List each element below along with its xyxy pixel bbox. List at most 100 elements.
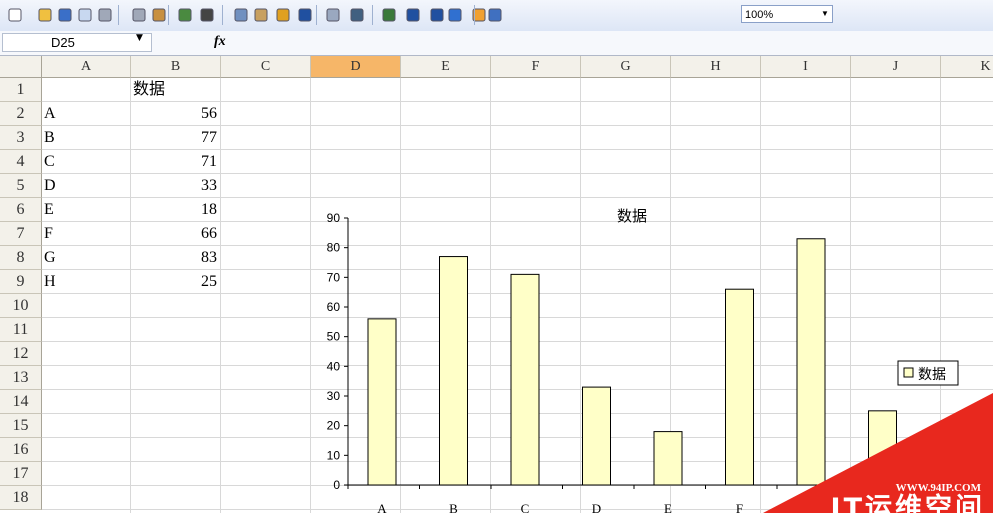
y-tick-label: 20 [327, 419, 341, 433]
undo-icon[interactable] [296, 6, 314, 24]
cut-icon[interactable] [198, 6, 216, 24]
cell-b7[interactable]: 66 [131, 222, 221, 246]
row-header-14[interactable]: 14 [0, 390, 42, 414]
toolbar-separator [474, 5, 475, 25]
toolbar-separator [118, 5, 119, 25]
spelling-icon[interactable] [176, 6, 194, 24]
insert-function-icon[interactable]: fx [214, 34, 226, 50]
watermark-text: IT运维空间 [831, 492, 985, 513]
row-header-8[interactable]: 8 [0, 246, 42, 270]
redo-icon[interactable] [324, 6, 342, 24]
cell-b4[interactable]: 71 [131, 150, 221, 174]
site-watermark: WWW.94IP.COM IT运维空间 [763, 393, 993, 513]
row-header-11[interactable]: 11 [0, 318, 42, 342]
y-tick-label: 10 [327, 448, 341, 462]
autosum-icon[interactable] [380, 6, 398, 24]
paste-icon[interactable] [252, 6, 270, 24]
cell-a3[interactable]: B [44, 126, 133, 150]
cell-b1[interactable]: 数据 [133, 78, 223, 102]
new-icon[interactable] [6, 6, 24, 24]
print-preview-icon[interactable] [130, 6, 148, 24]
y-tick-label: 60 [327, 300, 341, 314]
row-header-2[interactable]: 2 [0, 102, 42, 126]
chart-bar [367, 318, 397, 486]
row-header-5[interactable]: 5 [0, 174, 42, 198]
row-header-15[interactable]: 15 [0, 414, 42, 438]
chart-bar [653, 431, 683, 486]
row-header-16[interactable]: 16 [0, 438, 42, 462]
row-header-12[interactable]: 12 [0, 342, 42, 366]
legend-label: 数据 [918, 367, 946, 383]
hyperlink-icon[interactable] [348, 6, 366, 24]
cell-a7[interactable]: F [44, 222, 133, 246]
column-header-g[interactable]: G [581, 56, 671, 78]
column-header-c[interactable]: C [221, 56, 311, 78]
row-header-3[interactable]: 3 [0, 126, 42, 150]
formula-bar: D25 ▼ fx [0, 31, 993, 56]
x-tick-label: A [377, 501, 387, 513]
name-box[interactable]: D25 [2, 33, 152, 52]
cell-b8[interactable]: 83 [131, 246, 221, 270]
copy-icon[interactable] [232, 6, 250, 24]
row-header-6[interactable]: 6 [0, 198, 42, 222]
select-all-corner[interactable] [0, 56, 42, 78]
toolbar-separator [316, 5, 317, 25]
column-header-i[interactable]: I [761, 56, 851, 78]
standard-toolbar: 100% ▼ [0, 0, 993, 32]
open-icon[interactable] [36, 6, 54, 24]
chevron-down-icon[interactable]: ▼ [818, 6, 832, 22]
y-tick-label: 50 [327, 330, 341, 344]
help-icon[interactable] [486, 6, 504, 24]
row-header-4[interactable]: 4 [0, 150, 42, 174]
cell-a9[interactable]: H [44, 270, 133, 294]
cell-a2[interactable]: A [44, 102, 133, 126]
toolbar-separator [372, 5, 373, 25]
column-header-k[interactable]: K [941, 56, 993, 78]
column-header-f[interactable]: F [491, 56, 581, 78]
x-tick-label: E [664, 501, 672, 513]
legend-swatch [903, 367, 914, 378]
y-tick-label: 0 [333, 478, 340, 492]
row-header-9[interactable]: 9 [0, 270, 42, 294]
cell-b6[interactable]: 18 [131, 198, 221, 222]
permission-icon[interactable] [76, 6, 94, 24]
chart-wizard-icon[interactable] [446, 6, 464, 24]
toolbar-separator [168, 5, 169, 25]
format-painter-icon[interactable] [274, 6, 292, 24]
cell-b3[interactable]: 77 [131, 126, 221, 150]
column-header-j[interactable]: J [851, 56, 941, 78]
sort-asc-icon[interactable] [404, 6, 422, 24]
column-header-b[interactable]: B [131, 56, 221, 78]
cell-b2[interactable]: 56 [131, 102, 221, 126]
zoom-value: 100% [745, 9, 774, 21]
row-header-18[interactable]: 18 [0, 486, 42, 510]
research-icon[interactable] [150, 6, 168, 24]
cell-a8[interactable]: G [44, 246, 133, 270]
chevron-down-icon[interactable]: ▼ [136, 33, 143, 43]
toolbar-separator [222, 5, 223, 25]
column-header-e[interactable]: E [401, 56, 491, 78]
y-tick-label: 30 [327, 389, 341, 403]
column-header-a[interactable]: A [42, 56, 131, 78]
sort-desc-icon[interactable] [428, 6, 446, 24]
x-tick-label: C [521, 501, 530, 513]
cell-b5[interactable]: 33 [131, 174, 221, 198]
cell-a5[interactable]: D [44, 174, 133, 198]
column-header-d[interactable]: D [311, 56, 401, 78]
row-header-10[interactable]: 10 [0, 294, 42, 318]
chart-bar [439, 256, 468, 486]
column-header-h[interactable]: H [671, 56, 761, 78]
row-header-7[interactable]: 7 [0, 222, 42, 246]
cell-a4[interactable]: C [44, 150, 133, 174]
name-box-value: D25 [51, 35, 75, 50]
save-icon[interactable] [56, 6, 74, 24]
zoom-combo[interactable]: 100% ▼ [741, 5, 833, 23]
row-header-1[interactable]: 1 [0, 78, 42, 102]
cell-b9[interactable]: 25 [131, 270, 221, 294]
row-header-13[interactable]: 13 [0, 366, 42, 390]
row-header-17[interactable]: 17 [0, 462, 42, 486]
x-tick-label: B [449, 501, 458, 513]
cell-a6[interactable]: E [44, 198, 133, 222]
chart-bar [510, 273, 540, 486]
print-icon[interactable] [96, 6, 114, 24]
